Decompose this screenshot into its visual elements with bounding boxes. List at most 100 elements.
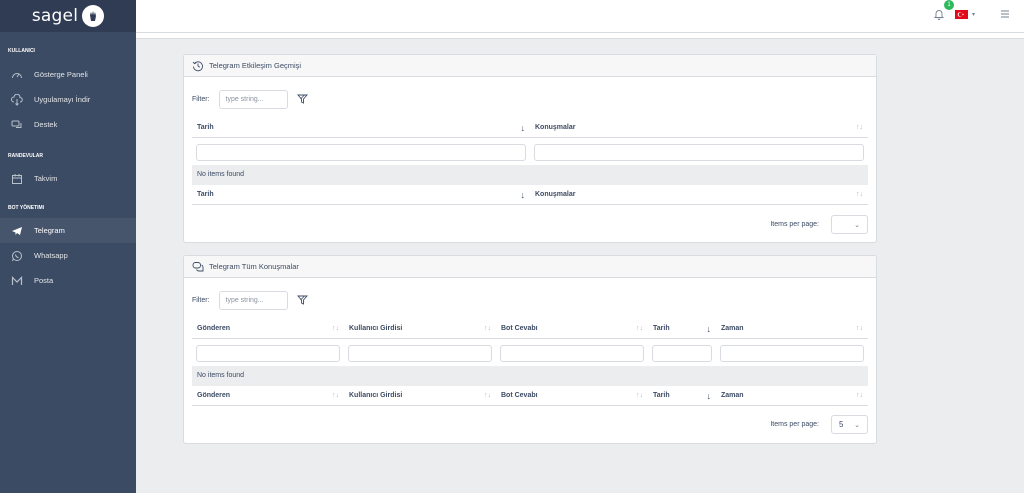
sort-icon[interactable]: ↑↓ [856,392,863,399]
sort-icon[interactable]: ↑↓ [636,325,643,332]
column-header-zaman[interactable]: Zaman ↑↓ [716,319,868,338]
column-footer-kullanici-girdisi[interactable]: Kullanıcı Girdisi ↑↓ [344,386,496,405]
column-label: Zaman [721,325,744,332]
sidebar-item-telegram[interactable]: Telegram [0,218,136,243]
brand-name: sagel [31,6,79,26]
column-footer-tarih[interactable]: Tarih ↓ [192,185,530,204]
items-per-page-select[interactable]: ⌄ [831,215,868,234]
filter-funnel-icon[interactable] [296,94,308,106]
column-filter-input-konusmalar[interactable] [534,143,864,161]
sort-icon[interactable]: ↑↓ [856,325,863,332]
column-label: Konuşmalar [535,124,576,131]
sidebar-item-label: Whatsapp [34,251,68,260]
sort-icon[interactable]: ↑↓ [636,392,643,399]
column-filter-input-tarih[interactable] [196,143,526,161]
column-filter-input-zaman[interactable] [720,344,864,362]
sort-desc-icon[interactable]: ↓ [521,190,526,200]
sidebar-item-whatsapp[interactable]: Whatsapp [0,243,136,268]
column-filter-input-bot-cevabi[interactable] [500,344,644,362]
cloud-download-icon [10,93,24,107]
column-header-kullanici-girdisi[interactable]: Kullanıcı Girdisi ↑↓ [344,319,496,338]
chevron-down-icon: ⌄ [854,221,860,229]
chat-icon [10,118,24,132]
column-label: Bot Cevabı [501,325,538,332]
sort-desc-icon[interactable]: ↓ [707,391,712,401]
table-footer-row: Tarih ↓ Konuşmalar ↑↓ [192,185,868,205]
sort-icon[interactable]: ↑↓ [332,325,339,332]
items-per-page-label: Items per page: [770,221,819,228]
table-header-row: Tarih ↓ Konuşmalar ↑↓ [192,118,868,138]
sort-icon[interactable]: ↑↓ [484,392,491,399]
sidebar-item-mail[interactable]: Posta [0,268,136,293]
column-header-tarih[interactable]: Tarih ↓ [648,319,716,338]
column-footer-tarih[interactable]: Tarih ↓ [648,386,716,405]
card-title: Telegram Tüm Konuşmalar [209,262,299,271]
tr-flag-icon[interactable] [955,10,968,19]
column-filter-input-tarih[interactable] [652,344,712,362]
filter-input[interactable]: type string... [218,90,288,109]
column-footer-zaman[interactable]: Zaman ↑↓ [716,386,868,405]
sidebar-item-label: Takvim [34,174,58,183]
sidebar-item-label: Gösterge Paneli [34,70,88,79]
sort-desc-icon[interactable]: ↓ [707,324,712,334]
items-per-page-value: 5 [839,420,844,429]
calendar-icon [10,172,24,186]
hamburger-menu-icon[interactable] [1000,9,1010,19]
bell-icon[interactable] [933,8,947,22]
filter-row: Filter: type string... [192,90,308,109]
column-filter-row [192,139,868,165]
pagination-controls: Items per page: 5 ⌄ [770,415,868,434]
column-label: Tarih [197,191,214,198]
column-footer-gonderen[interactable]: Gönderen ↑↓ [192,386,344,405]
chat-icon [192,261,204,271]
column-header-konusmalar[interactable]: Konuşmalar ↑↓ [530,118,868,137]
sidebar-item-support[interactable]: Destek [0,112,136,137]
sidebar-item-download-app[interactable]: Uygulamayı İndir [0,87,136,112]
column-label: Konuşmalar [535,191,576,198]
filter-row: Filter: type string... [192,291,308,310]
column-header-bot-cevabi[interactable]: Bot Cevabı ↑↓ [496,319,648,338]
table-header-row: Gönderen ↑↓ Kullanıcı Girdisi ↑↓ Bot Cevab… [192,319,868,339]
sidebar-item-calendar[interactable]: Takvim [0,166,136,191]
filter-funnel-icon[interactable] [296,295,308,307]
column-label: Bot Cevabı [501,392,538,399]
sort-icon[interactable]: ↑↓ [332,392,339,399]
column-header-tarih[interactable]: Tarih ↓ [192,118,530,137]
sort-icon[interactable]: ↑↓ [856,124,863,131]
whatsapp-icon [10,249,24,263]
history-icon [192,60,203,71]
column-label: Tarih [197,124,214,131]
sort-icon[interactable]: ↑↓ [484,325,491,332]
card-header: Telegram Tüm Konuşmalar [184,256,876,278]
telegram-interaction-history-card: Telegram Etkileşim Geçmişi Filter: type … [183,54,877,243]
brand-logo-area[interactable]: sagel [0,0,136,32]
column-label: Tarih [653,392,670,399]
column-footer-konusmalar[interactable]: Konuşmalar ↑↓ [530,185,868,204]
column-label: Zaman [721,392,744,399]
sort-icon[interactable]: ↑↓ [856,191,863,198]
filter-input[interactable]: type string... [218,291,288,310]
chevron-down-icon: ⌄ [854,421,860,429]
column-label: Tarih [653,325,670,332]
telegram-icon [10,224,24,238]
nav-section-title-bot-management: BOT YÖNETIMI [8,205,45,211]
language-dropdown-caret-icon[interactable]: ▾ [972,11,975,18]
sidebar-item-dashboard[interactable]: Gösterge Paneli [0,62,136,87]
column-filter-row [192,340,868,366]
column-footer-bot-cevabi[interactable]: Bot Cevabı ↑↓ [496,386,648,405]
column-filter-input-gonderen[interactable] [196,344,340,362]
sort-desc-icon[interactable]: ↓ [521,123,526,133]
card-header: Telegram Etkileşim Geçmişi [184,55,876,77]
sidebar-item-label: Posta [34,276,54,285]
filter-label: Filter: [192,96,210,103]
nav-section-title-appointments: RANDEVULAR [8,153,43,159]
column-filter-input-kullanici-girdisi[interactable] [348,344,492,362]
sidebar-item-label: Destek [34,120,58,129]
table-footer-row: Gönderen ↑↓ Kullanıcı Girdisi ↑↓ Bot Cevab… [192,386,868,406]
items-per-page-select[interactable]: 5 ⌄ [831,415,868,434]
card-title: Telegram Etkileşim Geçmişi [209,61,302,70]
mail-icon [10,274,24,288]
column-header-gonderen[interactable]: Gönderen ↑↓ [192,319,344,338]
telegram-all-conversations-card: Telegram Tüm Konuşmalar Filter: type str… [183,255,877,444]
empty-table-message: No items found [192,165,868,185]
